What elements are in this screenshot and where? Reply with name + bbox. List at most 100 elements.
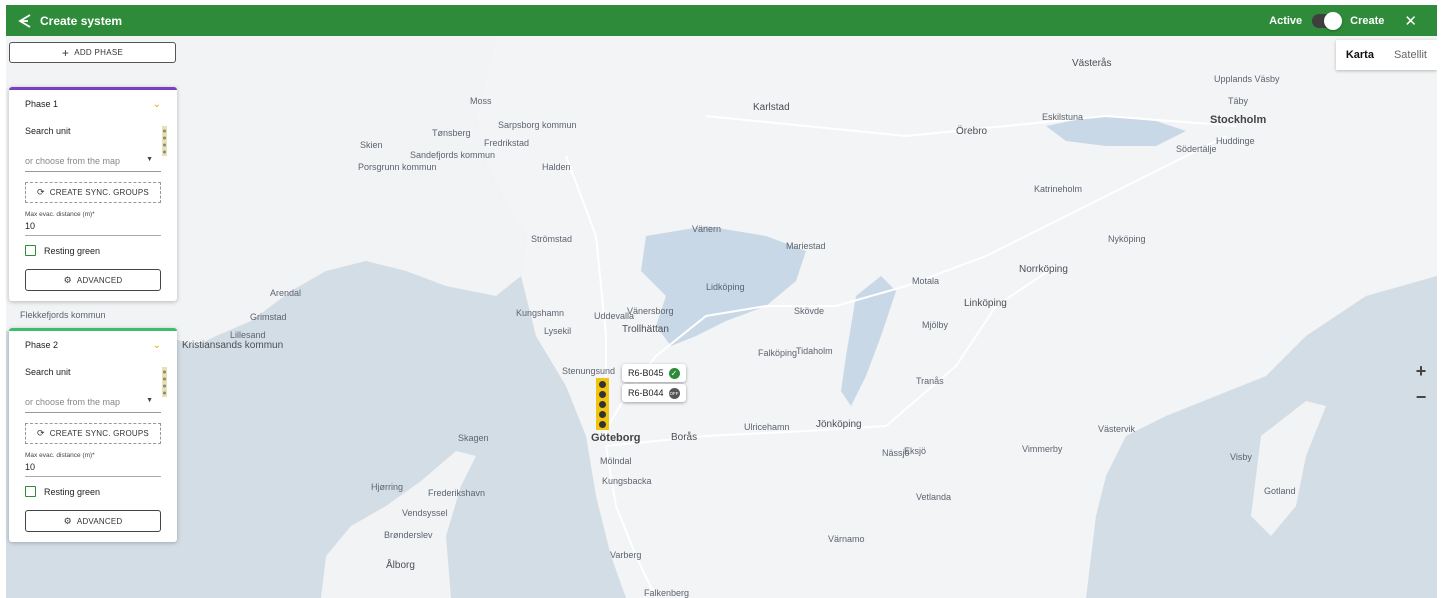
place-label: Halden <box>542 162 571 172</box>
place-label: Visby <box>1230 452 1252 462</box>
phase-header[interactable]: Phase 1 ⌄ <box>9 90 177 118</box>
unit-id: R6-B045 <box>628 368 664 378</box>
page-title: Create system <box>40 13 123 28</box>
place-label: Vetlanda <box>916 492 952 502</box>
resting-green-label: Resting green <box>44 486 101 497</box>
place-label: Sandefjords kommun <box>410 150 496 160</box>
place-label: Arendal <box>270 288 302 298</box>
unit-marker[interactable] <box>599 381 606 388</box>
map-type-map-button[interactable]: Karta <box>1336 40 1384 70</box>
map-type-satellite-button[interactable]: Satellit <box>1384 40 1437 70</box>
advanced-button[interactable]: ⚙ ADVANCED <box>25 269 161 291</box>
caret-down-icon: ▼ <box>146 156 153 163</box>
caret-down-icon: ▼ <box>146 397 153 404</box>
unit-marker-strip[interactable] <box>596 378 609 430</box>
app-root: Create system Active Create ✕ Stockholm … <box>0 0 1443 598</box>
place-label: Västerås <box>1072 58 1112 69</box>
active-toggle[interactable] <box>1312 11 1343 30</box>
place-label: Flekkefjords kommun <box>20 310 106 320</box>
close-icon[interactable]: ✕ <box>1404 12 1417 30</box>
place-label: Jönköping <box>816 419 862 430</box>
place-label: Göteborg <box>591 432 641 444</box>
place-label: Uddevalla <box>594 311 635 321</box>
map-canvas[interactable]: Stockholm Göteborg Jönköping Norrköping … <box>6 36 1437 598</box>
sync-label: CREATE SYNC. GROUPS <box>49 188 149 197</box>
sync-label: CREATE SYNC. GROUPS <box>49 429 149 438</box>
phase-card: Phase 2 ⌄ Search unit or choose from the… <box>9 328 177 542</box>
plus-icon: + <box>61 45 70 60</box>
advanced-label: ADVANCED <box>76 275 123 285</box>
place-label: Lidköping <box>706 282 745 292</box>
unit-marker[interactable] <box>599 411 606 418</box>
chevron-down-icon[interactable]: ⌄ <box>153 99 161 110</box>
place-label: Stockholm <box>1210 114 1267 126</box>
place-label: Eskilstuna <box>1042 112 1084 122</box>
phase-header[interactable]: Phase 2 ⌄ <box>9 331 177 359</box>
phase-name: Phase 1 <box>25 99 59 109</box>
max-evac-label: Max evac. distance (m)* <box>25 211 95 218</box>
zoom-controls: + − <box>1411 358 1431 410</box>
place-label: Grimstad <box>250 312 287 322</box>
zoom-in-button[interactable]: + <box>1411 358 1431 384</box>
place-label: Strömstad <box>531 234 573 244</box>
place-label: Ålborg <box>386 560 415 571</box>
create-button[interactable]: Create <box>1350 15 1384 27</box>
place-label: Kungsbacka <box>602 476 652 486</box>
gear-icon: ⚙ <box>63 274 72 285</box>
place-label: Moss <box>470 96 492 106</box>
refresh-icon: ⟳ <box>37 187 45 197</box>
place-label: Nyköping <box>1108 234 1146 244</box>
active-label: Active <box>1269 14 1303 27</box>
place-label: Lysekil <box>544 326 572 336</box>
resting-green-checkbox[interactable]: Resting green <box>25 486 161 497</box>
place-label: Skien <box>360 140 383 150</box>
max-evac-input[interactable]: 10 <box>25 221 161 236</box>
place-label: Vendsyssel <box>402 508 448 518</box>
place-label: Värnamo <box>828 534 865 544</box>
place-label: Lillesand <box>230 330 266 340</box>
place-label: Västervik <box>1098 424 1136 434</box>
create-sync-groups-button[interactable]: ⟳ CREATE SYNC. GROUPS <box>25 423 161 444</box>
place-label: Täby <box>1228 96 1249 106</box>
place-label: Örebro <box>956 126 988 137</box>
zoom-out-button[interactable]: − <box>1411 384 1431 410</box>
place-label: Falköping <box>758 348 798 358</box>
refresh-icon: ⟳ <box>37 428 45 438</box>
place-label: Kungshamn <box>516 308 565 318</box>
place-label: Trollhättan <box>622 324 669 335</box>
create-sync-groups-button[interactable]: ⟳ CREATE SYNC. GROUPS <box>25 182 161 203</box>
unit-select[interactable]: or choose from the map ▼ <box>25 126 167 172</box>
place-label: Kristiansands kommun <box>182 340 284 351</box>
advanced-button[interactable]: ⚙ ADVANCED <box>25 510 161 532</box>
unit-marker[interactable] <box>599 421 606 428</box>
place-label: Tranås <box>916 376 944 386</box>
place-label: Vimmerby <box>1022 444 1063 454</box>
chevron-down-icon[interactable]: ⌄ <box>153 340 161 351</box>
place-label: Fredrikstad <box>484 138 530 148</box>
unit-tooltip[interactable]: R6-B044 OFF <box>622 384 686 402</box>
map-type-switch: Karta Satellit <box>1335 40 1437 70</box>
phase-name: Phase 2 <box>25 340 59 350</box>
advanced-label: ADVANCED <box>76 516 123 526</box>
back-arrow-icon[interactable] <box>16 12 34 30</box>
resting-green-checkbox[interactable]: Resting green <box>25 245 161 256</box>
checkbox-icon[interactable] <box>25 245 36 256</box>
add-phase-button[interactable]: + ADD PHASE <box>9 42 176 63</box>
place-label: Mjölby <box>922 320 949 330</box>
place-label: Ulricehamn <box>744 422 790 432</box>
place-label: Gotland <box>1264 486 1296 496</box>
place-label: Södertälje <box>1176 144 1217 154</box>
gear-icon: ⚙ <box>63 515 72 526</box>
unit-select-placeholder: or choose from the map <box>25 396 121 407</box>
place-label: Skövde <box>794 306 825 316</box>
max-evac-input[interactable]: 10 <box>25 462 161 477</box>
checkbox-icon[interactable] <box>25 486 36 497</box>
search-unit-label: Search unit <box>25 126 71 136</box>
unit-marker[interactable] <box>599 401 606 408</box>
place-label: Nässjö <box>882 448 910 458</box>
unit-tooltip[interactable]: R6-B045 ✓ <box>622 364 686 382</box>
unit-select[interactable]: or choose from the map ▼ <box>25 367 167 413</box>
unit-marker[interactable] <box>599 391 606 398</box>
place-label: Huddinge <box>1216 136 1255 146</box>
phase-card: Phase 1 ⌄ Search unit or choose from the… <box>9 87 177 301</box>
